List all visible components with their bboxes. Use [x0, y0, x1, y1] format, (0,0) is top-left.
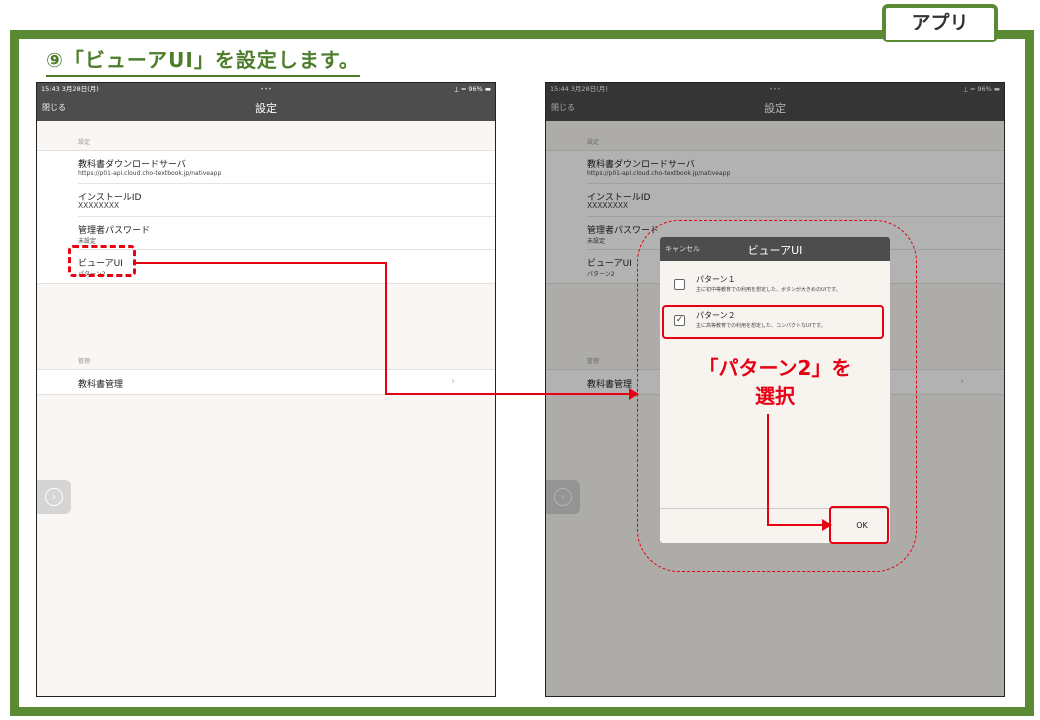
section-label-manage: 管理: [78, 358, 91, 365]
chevron-right-icon: ›: [451, 376, 455, 387]
setting-title: 管理者パスワード: [78, 226, 151, 236]
instruction-callout: 「パターン2」を 選択: [680, 354, 870, 410]
connector-line: [385, 393, 631, 395]
setting-item-textbook-manage[interactable]: 教科書管理 ›: [78, 370, 495, 394]
connector-line: [767, 524, 825, 526]
callout-line-2: 選択: [755, 384, 795, 408]
connector-line: [767, 414, 769, 526]
step-title: ⑨「ビューアUI」を設定します。: [46, 44, 360, 77]
viewer-ui-highlight: [68, 245, 136, 277]
status-dots: •••: [260, 85, 272, 93]
setting-item-install-id[interactable]: インストールID XXXXXXXX: [78, 184, 495, 217]
chevron-right-icon: ›: [45, 488, 63, 506]
setting-item-viewer-ui[interactable]: ビューアUI パターン2: [78, 250, 495, 283]
setting-title: 教科書管理: [78, 380, 124, 390]
status-bar: 15:43 3月28日(月) ••• ⟂ ≈ 96% ▬: [37, 83, 495, 95]
setting-value: XXXXXXXX: [78, 201, 120, 210]
arrow-right-icon: [822, 519, 832, 531]
setting-value: https://p01-api.cloud.cho-textbook.jp/na…: [78, 170, 222, 177]
section-label-settings: 設定: [78, 139, 91, 146]
side-expand-button[interactable]: ›: [37, 480, 71, 514]
connector-line: [385, 262, 387, 395]
pattern-2-highlight: [662, 305, 884, 339]
callout-line-1: 「パターン2」を: [698, 356, 852, 380]
tab-connector: [886, 30, 994, 40]
ok-button-highlight: [829, 506, 889, 544]
setting-item-admin-password[interactable]: 管理者パスワード 未設定: [78, 217, 495, 250]
setting-value: 未設定: [78, 238, 97, 245]
manage-list: 教科書管理 ›: [37, 369, 495, 395]
battery-indicator: ⟂ ≈ 96% ▬: [454, 85, 491, 93]
nav-title: 設定: [255, 102, 277, 115]
nav-bar: 閉じる 設定: [37, 95, 495, 121]
connector-line: [136, 262, 386, 264]
left-ipad-screen: 15:43 3月28日(月) ••• ⟂ ≈ 96% ▬ 閉じる 設定 設定 教…: [36, 82, 496, 697]
setting-title: 教科書ダウンロードサーバ: [78, 160, 186, 170]
setting-item-server[interactable]: 教科書ダウンロードサーバ https://p01-api.cloud.cho-t…: [78, 151, 495, 184]
